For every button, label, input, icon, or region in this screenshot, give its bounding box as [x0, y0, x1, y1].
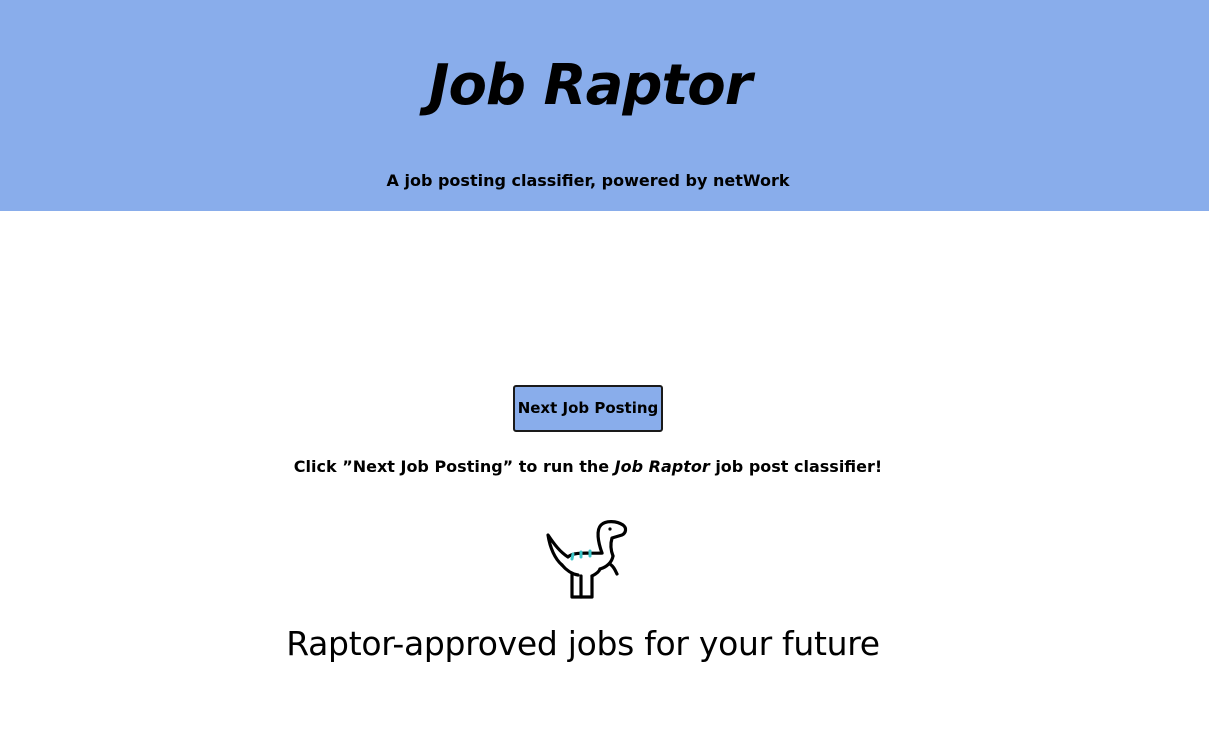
next-job-posting-button[interactable]: Next Job Posting [513, 385, 663, 432]
instructions-suffix: job post classifier! [709, 457, 883, 476]
page-subtitle: A job posting classifier, powered by net… [386, 171, 790, 190]
instructions-text: Click ”Next Job Posting” to run the Job … [0, 457, 1176, 477]
instructions-prefix: Click ”Next Job Posting” to run the [293, 457, 615, 476]
header-banner: Job Raptor A job posting classifier, pow… [0, 0, 1209, 211]
tagline: Raptor-approved jobs for your future [286, 624, 880, 663]
page-title: Job Raptor [428, 53, 753, 118]
dinosaur-icon [544, 518, 630, 600]
instructions-brand: Job Raptor [614, 457, 710, 476]
